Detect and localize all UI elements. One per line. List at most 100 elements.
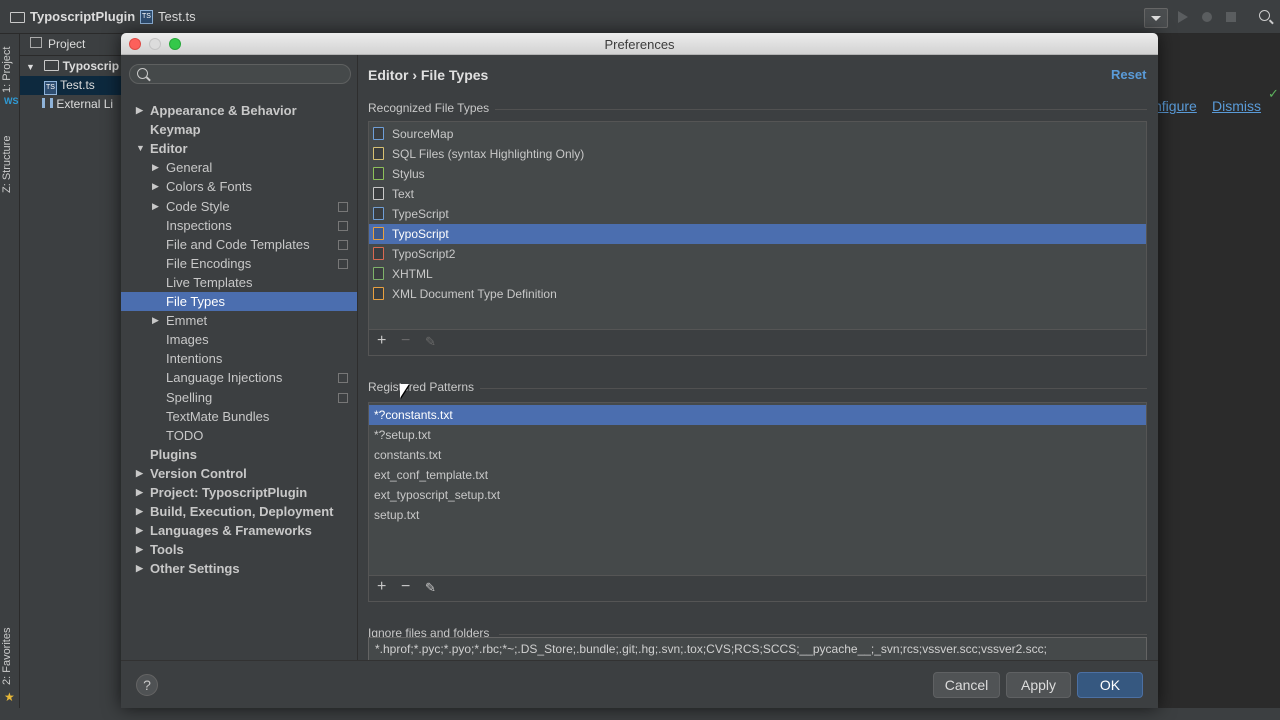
chevron-right-icon[interactable]: ▶ [152, 197, 159, 216]
sidebar-item-label: File Types [166, 294, 226, 309]
chevron-right-icon[interactable]: ▶ [152, 158, 159, 177]
sidebar-item[interactable]: ▶ Project: TyposcriptPlugin [121, 483, 357, 502]
sidebar-item[interactable]: TODO [121, 426, 357, 445]
remove-pattern-button[interactable]: − [401, 578, 410, 596]
edit-pencil-icon[interactable]: ✎ [425, 334, 436, 350]
run-config-dropdown[interactable] [1144, 8, 1168, 28]
remove-file-type-button[interactable]: − [401, 332, 410, 350]
file-crumb[interactable]: TS Test.ts [140, 9, 196, 24]
file-type-row[interactable]: TypoScript [369, 224, 1146, 244]
sidebar-item[interactable]: ▶ Tools [121, 540, 357, 559]
file-type-row[interactable]: TypeScript [369, 204, 1146, 224]
settings-search-input[interactable] [129, 64, 351, 84]
dtd-file-icon [373, 287, 384, 300]
project-crumb[interactable]: TyposcriptPlugin [10, 9, 135, 24]
debug-icon[interactable] [1198, 8, 1216, 26]
ok-button[interactable]: OK [1077, 672, 1143, 698]
sidebar-item[interactable]: Plugins [121, 445, 357, 464]
help-button[interactable]: ? [136, 674, 158, 696]
chevron-right-icon[interactable]: ▶ [136, 559, 143, 578]
chevron-right-icon[interactable]: ▶ [152, 177, 159, 196]
pattern-row[interactable]: ext_conf_template.txt [369, 465, 1146, 485]
sidebar-item[interactable]: Language Injections [121, 368, 357, 387]
chevron-right-icon[interactable]: ▶ [136, 101, 143, 120]
sidebar-item[interactable]: ▶ Build, Execution, Deployment [121, 502, 357, 521]
edit-pencil-icon[interactable]: ✎ [425, 580, 436, 596]
sidebar-item[interactable]: Keymap [121, 120, 357, 139]
sidebar-item-label: Other Settings [150, 561, 240, 577]
ignore-files-input[interactable]: *.hprof;*.pyc;*.pyo;*.rbc;*~;.DS_Store;.… [368, 637, 1147, 661]
file-type-row[interactable]: Text [369, 184, 1146, 204]
tool-tab-structure[interactable]: Z: Structure [1, 128, 19, 200]
chevron-right-icon[interactable]: ▶ [136, 540, 143, 559]
sidebar-item[interactable]: Images [121, 330, 357, 349]
file-type-row[interactable]: TypoScript2 [369, 244, 1146, 264]
sidebar-item[interactable]: ▶ Version Control [121, 464, 357, 483]
notification-dismiss-link[interactable]: Dismiss [1212, 98, 1261, 114]
file-types-panel: Editor › File Types Reset Recognized Fil… [358, 55, 1158, 661]
library-icon [42, 98, 53, 108]
sidebar-item[interactable]: Inspections [121, 216, 357, 235]
sidebar-item[interactable]: ▶ Appearance & Behavior [121, 101, 357, 120]
sidebar-item[interactable]: File Encodings [121, 254, 357, 273]
sidebar-item-label: File and Code Templates [166, 236, 310, 252]
ts-file-icon: TS [140, 9, 153, 24]
search-everywhere-icon[interactable] [1257, 8, 1275, 26]
apply-button[interactable]: Apply [1006, 672, 1071, 698]
sidebar-item[interactable]: File Types [121, 292, 357, 311]
project-scope-icon [338, 239, 348, 250]
file-type-label: TypeScript [392, 207, 449, 221]
dialog-titlebar[interactable]: Preferences [121, 33, 1158, 55]
sidebar-item[interactable]: ▶ Emmet [121, 311, 357, 330]
file-type-label: TypoScript2 [392, 247, 456, 261]
file-type-row[interactable]: SQL Files (syntax Highlighting Only) [369, 144, 1146, 164]
sidebar-item[interactable]: Live Templates [121, 273, 357, 292]
tool-tab-favorites[interactable]: 2: Favorites [1, 624, 19, 688]
sidebar-item[interactable]: ▶ Languages & Frameworks [121, 521, 357, 540]
file-type-row[interactable]: SourceMap [369, 124, 1146, 144]
sidebar-item[interactable]: ▶ Code Style [121, 197, 357, 216]
registered-patterns-list[interactable]: *?constants.txt *?setup.txt constants.txt e… [368, 402, 1147, 576]
sidebar-item[interactable]: Intentions [121, 349, 357, 368]
pattern-row[interactable]: *?setup.txt [369, 425, 1146, 445]
pattern-row[interactable]: setup.txt [369, 505, 1146, 525]
sidebar-item[interactable]: ▶ Other Settings [121, 559, 357, 578]
pattern-row[interactable]: *?constants.txt [369, 405, 1146, 425]
sidebar-item[interactable]: ▶ Colors & Fonts [121, 177, 357, 196]
file-type-row[interactable]: XML Document Type Definition [369, 284, 1146, 304]
registered-patterns-label: Registered Patterns [368, 380, 475, 394]
notification-configure-link[interactable]: nfigure [1154, 98, 1197, 114]
file-type-row[interactable]: XHTML [369, 264, 1146, 284]
add-pattern-button[interactable]: + [377, 578, 386, 596]
pattern-row[interactable]: ext_typoscript_setup.txt [369, 485, 1146, 505]
pattern-row[interactable]: constants.txt [369, 445, 1146, 465]
sidebar-item[interactable]: ▼ Editor [121, 139, 357, 158]
recognized-file-types-list[interactable]: SourceMap SQL Files (syntax Highlighting … [368, 121, 1147, 330]
cancel-button[interactable]: Cancel [933, 672, 1000, 698]
sidebar-item[interactable]: ▶ General [121, 158, 357, 177]
run-icon[interactable] [1174, 8, 1192, 26]
reset-link[interactable]: Reset [1111, 67, 1146, 82]
chevron-right-icon[interactable]: ▶ [136, 521, 143, 540]
tool-tab-project[interactable]: 1: Project [1, 40, 19, 100]
sidebar-item[interactable]: TextMate Bundles [121, 407, 357, 426]
chevron-right-icon[interactable]: ▶ [136, 502, 143, 521]
chevron-right-icon[interactable]: ▶ [152, 311, 159, 330]
dialog-title: Preferences [604, 37, 675, 52]
sidebar-item-label: Live Templates [166, 274, 253, 290]
add-file-type-button[interactable]: + [377, 332, 386, 350]
file-type-row[interactable]: Stylus [369, 164, 1146, 184]
sidebar-item[interactable]: File and Code Templates [121, 235, 357, 254]
chevron-right-icon[interactable]: ▶ [136, 483, 143, 502]
sql-file-icon [373, 147, 384, 160]
sourcemap-file-icon [373, 127, 384, 140]
typoscript2-file-icon [373, 247, 384, 260]
left-tool-strip: 1: Project WS Z: Structure 2: Favorites … [0, 34, 20, 720]
sidebar-item[interactable]: Spelling [121, 388, 357, 407]
folder-icon [10, 12, 25, 23]
file-type-label: XML Document Type Definition [392, 287, 557, 301]
sidebar-item-label: Project: TyposcriptPlugin [150, 485, 308, 500]
chevron-down-icon[interactable]: ▼ [136, 139, 145, 158]
chevron-right-icon[interactable]: ▶ [136, 464, 143, 483]
coverage-icon[interactable] [1222, 8, 1240, 26]
